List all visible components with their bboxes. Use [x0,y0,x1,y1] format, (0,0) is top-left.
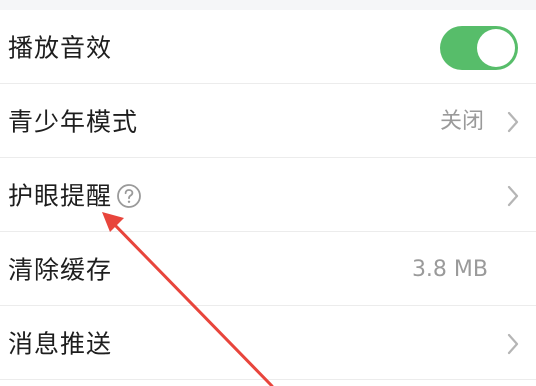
sound-effects-toggle[interactable] [440,26,518,70]
row-divider [0,379,536,380]
toggle-knob [477,29,515,67]
settings-row-label: 消息推送 [8,329,113,359]
row-divider [0,83,536,84]
row-divider [0,231,536,232]
settings-row-label: 清除缓存 [8,255,113,285]
chevron-right-icon [507,333,519,355]
settings-row-clear-cache[interactable]: 清除缓存 3.8 MB [0,234,536,306]
teen-mode-status: 关闭 [439,109,484,134]
row-divider [0,305,536,306]
settings-row-label: 播放音效 [8,33,113,63]
settings-screen: 播放音效 青少年模式 关闭 护眼提醒 清除缓存 3.8 MB 消息推送 [0,0,536,386]
settings-row-label: 青少年模式 [8,107,139,137]
settings-row-eye-care-reminder[interactable]: 护眼提醒 [0,160,536,232]
question-circle-icon[interactable] [116,183,142,209]
chevron-right-icon [507,111,519,133]
top-section-gap [0,0,536,10]
settings-row-sound-effects[interactable]: 播放音效 [0,12,536,84]
row-divider [0,157,536,158]
settings-row-push-notifications[interactable]: 消息推送 [0,308,536,380]
settings-row-label: 护眼提醒 [8,181,113,211]
settings-row-teen-mode[interactable]: 青少年模式 关闭 [0,86,536,158]
cache-size-value: 3.8 MB [411,257,488,282]
chevron-right-icon [507,185,519,207]
